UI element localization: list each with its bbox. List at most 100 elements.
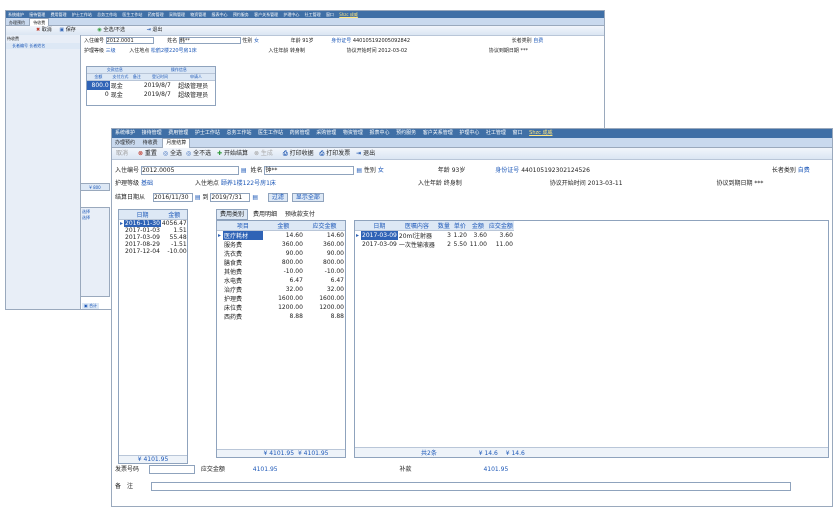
save-button[interactable]: 保存 <box>66 26 76 35</box>
menu-item[interactable]: 社工管理 <box>486 129 506 138</box>
cancel-button[interactable]: 取消 <box>116 148 128 159</box>
menu-item[interactable]: 费用管理 <box>51 11 67 18</box>
cell-qty[interactable]: 3 <box>436 231 452 241</box>
cell-content[interactable]: 一次性输液器 <box>398 240 436 249</box>
col-due[interactable]: 应交金额 <box>303 221 345 231</box>
cell-item[interactable]: 其他费 <box>223 267 263 276</box>
cell-date[interactable]: 2017-03-09 <box>361 230 398 240</box>
col-item[interactable]: 项目 <box>223 221 263 231</box>
menu-item[interactable]: 护士工作站 <box>195 129 220 138</box>
table-row[interactable]: 床位费 1200.00 1200.00 <box>217 303 345 312</box>
cell-by[interactable]: 超级管理员 <box>177 81 215 90</box>
menu-item[interactable]: 药房管理 <box>148 11 164 18</box>
cell-amount[interactable]: 800.0 <box>87 80 110 90</box>
tab-fee-category[interactable]: 费用类别 <box>216 209 249 220</box>
col-date[interactable]: 日期 <box>361 221 398 231</box>
tab-pending[interactable]: 待收费 <box>29 18 50 26</box>
generate-button[interactable]: 生成 <box>261 148 273 159</box>
exit-button[interactable]: 退出 <box>363 148 375 159</box>
menu-item[interactable]: 系统维护 <box>8 11 24 18</box>
menu-item[interactable]: 窗口 <box>326 11 334 18</box>
cell-due[interactable]: 6.47 <box>304 276 345 285</box>
name-field[interactable]: 钟** <box>264 166 355 175</box>
tab-fee-detail[interactable]: 费用明细 <box>250 210 280 219</box>
cell-amount[interactable]: 360.00 <box>263 240 304 249</box>
cell-price[interactable]: 1.20 <box>452 231 468 241</box>
table-row[interactable]: 洗衣费 90.00 90.00 <box>217 249 345 258</box>
cell-item[interactable]: 膳食费 <box>223 258 263 267</box>
cell-date[interactable]: 2017-12-04 <box>124 248 161 255</box>
menu-item[interactable]: 护理中心 <box>283 11 299 18</box>
table-row[interactable]: 西药费 8.88 8.88 <box>217 312 345 321</box>
cell-due[interactable]: 32.00 <box>304 285 345 294</box>
menu-item[interactable]: 预约服务 <box>396 129 416 138</box>
menu-item[interactable]: 物资管理 <box>343 129 363 138</box>
menu-item[interactable]: 预约服务 <box>233 11 249 18</box>
cell-item[interactable]: 治疗费 <box>223 285 263 294</box>
table-row[interactable]: 2017-12-04 -10.00 <box>119 248 187 255</box>
cell-date[interactable]: 2017-03-09 <box>124 234 161 241</box>
cell-note[interactable] <box>131 81 143 91</box>
tab-appointment[interactable]: 办理预约 <box>6 19 28 26</box>
cell-date[interactable]: 2017-08-29 <box>124 241 161 248</box>
cell-amount[interactable]: 1.51 <box>161 227 187 234</box>
user-link[interactable]: Shzc 成威 <box>339 11 358 18</box>
col-amount[interactable]: 金额 <box>262 221 304 231</box>
menu-item[interactable]: 社工管理 <box>305 11 321 18</box>
cell-content[interactable]: 20ml注射器 <box>398 231 436 240</box>
col-due[interactable]: 应交金额 <box>487 221 514 231</box>
menu-item[interactable]: 医生工作站 <box>258 129 283 138</box>
menu-item[interactable]: 护士工作站 <box>72 11 92 18</box>
menu-item[interactable]: 接待管理 <box>29 11 45 18</box>
cell-item[interactable]: 水电费 <box>223 276 263 285</box>
col-method[interactable]: 支付方式 <box>109 73 131 81</box>
admission-no-field[interactable]: 2012.0001 <box>105 37 154 44</box>
admission-no-field[interactable]: 2012.0005 <box>140 166 239 175</box>
cell-amount[interactable]: 800.00 <box>263 258 304 267</box>
cell-date[interactable]: 2016-11-30 <box>124 219 161 227</box>
table-row[interactable]: 治疗费 32.00 32.00 <box>217 285 345 294</box>
cell-due[interactable]: 90.00 <box>304 249 345 258</box>
col-date[interactable]: 日期 <box>124 210 161 220</box>
table-row[interactable]: 2017-08-29 -1.51 <box>119 241 187 248</box>
select-all-button[interactable]: 全选/不选 <box>103 26 125 35</box>
select-none-button[interactable]: 全不选 <box>193 148 211 159</box>
menu-item[interactable]: 客户关系管理 <box>254 11 278 18</box>
menu-item[interactable]: 药房管理 <box>290 129 310 138</box>
cell-method[interactable]: 现金 <box>110 81 131 90</box>
cell-due[interactable]: 1600.00 <box>304 294 345 303</box>
menu-item[interactable]: 采购管理 <box>169 11 185 18</box>
table-row[interactable]: 其他费 -10.00 -10.00 <box>217 267 345 276</box>
menu-item[interactable]: 费用管理 <box>168 129 188 138</box>
cell-amount[interactable]: 6.47 <box>263 276 304 285</box>
exit-button[interactable]: 退出 <box>152 26 162 35</box>
cell-due[interactable]: 800.00 <box>304 258 345 267</box>
menu-item[interactable]: 报表中心 <box>369 129 389 138</box>
cell-amount[interactable]: -10.00 <box>161 248 187 255</box>
user-link[interactable]: Shzc 成威 <box>529 129 552 138</box>
name-field[interactable]: 韩** <box>178 37 241 44</box>
table-row[interactable]: 0 现金 2019/8/7 超级管理员 <box>87 90 215 99</box>
tab-pending[interactable]: 待收费 <box>140 139 161 148</box>
cell-due[interactable]: 11.00 <box>488 240 514 249</box>
table-row[interactable]: ▸ 医疗耗材 14.60 14.60 <box>217 230 345 241</box>
menu-item[interactable]: 物资管理 <box>190 11 206 18</box>
table-row[interactable]: 水电费 6.47 6.47 <box>217 276 345 285</box>
cell-amount[interactable]: 0 <box>87 90 110 99</box>
col-amount[interactable]: 金额 <box>87 73 110 81</box>
table-row[interactable]: 护理费 1600.00 1600.00 <box>217 294 345 303</box>
filter-button[interactable]: 过滤 <box>267 193 288 202</box>
col-elder-no[interactable]: 长者编号 <box>12 43 28 48</box>
cell-due[interactable]: 14.60 <box>304 231 345 241</box>
invoice-input[interactable] <box>148 465 195 474</box>
col-price[interactable]: 单价 <box>451 221 468 231</box>
table-row[interactable]: 2017-01-03 1.51 <box>119 227 187 234</box>
cell-amount[interactable]: 1200.00 <box>263 303 304 312</box>
menu-item[interactable]: 窗口 <box>513 129 523 138</box>
table-row[interactable]: 800.0 现金 2019/8/7 超级管理员 <box>87 80 215 91</box>
cell-qty[interactable]: 2 <box>436 240 452 249</box>
col-note[interactable]: 备注 <box>131 73 143 81</box>
col-amount[interactable]: 金额 <box>160 210 187 220</box>
reset-button[interactable]: 重置 <box>145 148 157 159</box>
menu-item[interactable]: 医生工作站 <box>122 11 142 18</box>
